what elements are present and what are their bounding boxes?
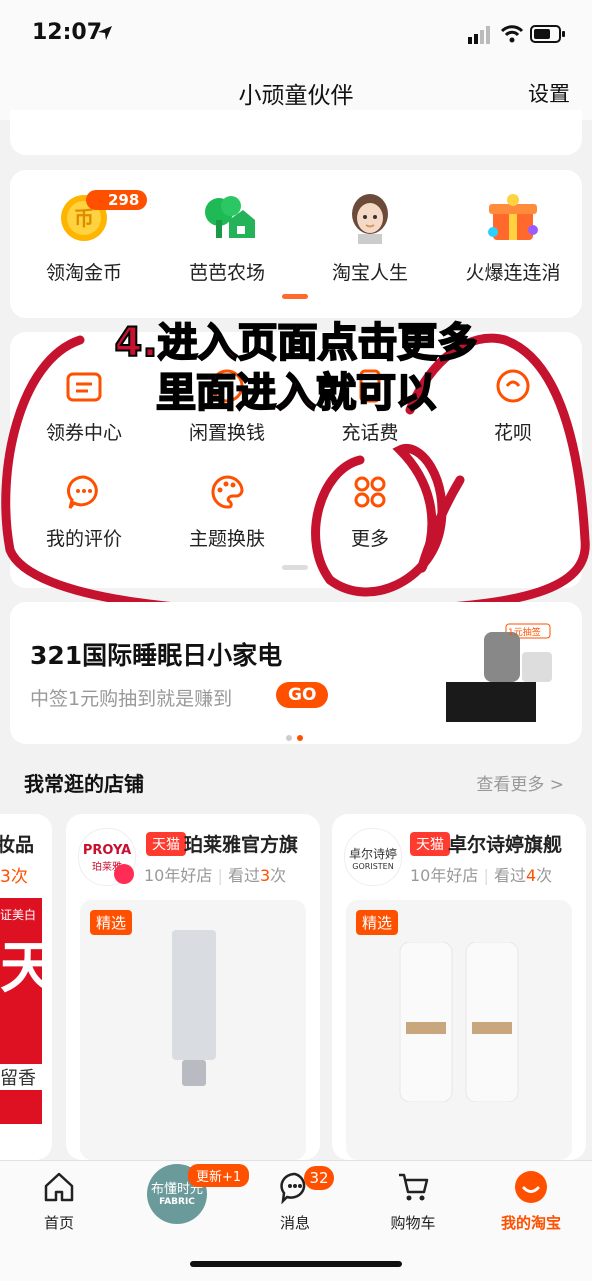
gift-box-icon <box>485 192 541 248</box>
app-gold-coin[interactable]: 币 298 领淘金币 <box>10 190 158 285</box>
banner-dots <box>286 726 304 745</box>
app-farm[interactable]: 芭芭农场 <box>153 192 301 285</box>
farm-tree-icon <box>199 192 255 248</box>
home-indicator <box>190 1261 402 1267</box>
promo-badge: 1元抽签 <box>508 628 541 638</box>
tab-label: 首页 <box>43 1214 74 1232</box>
live-icon <box>114 864 134 884</box>
app-match-game[interactable]: 火爆连连消 <box>439 192 587 285</box>
home-icon <box>42 1170 76 1208</box>
app-label: 火爆连连消 <box>465 262 561 284</box>
tab-cart[interactable]: 购物车 <box>354 1170 472 1233</box>
shop-meta: 10年好店 | 看过3次 <box>144 866 287 885</box>
cart-icon <box>396 1170 430 1208</box>
pick-tag: 精选 <box>356 910 399 935</box>
app-label: 领淘金币 <box>45 262 122 284</box>
coin-badge: 298 <box>86 190 148 210</box>
tmall-tag: 天猫 <box>410 832 450 856</box>
battery-icon <box>530 24 566 48</box>
cellular-signal-icon <box>468 26 492 48</box>
shop-visited-label: 看过 <box>493 866 526 885</box>
app-taobao-life[interactable]: 淘宝人生 <box>296 192 444 285</box>
message-badge: 32 <box>304 1166 334 1190</box>
avatar-sub: FABRIC <box>159 1197 195 1207</box>
ad-line-1: 证美白 <box>0 908 37 922</box>
shops-more-link[interactable]: 查看更多 > <box>476 770 564 795</box>
promo-product-image: 1元抽签 <box>436 622 566 732</box>
shop-years: 10年好店 <box>410 866 479 885</box>
wifi-icon <box>500 24 524 48</box>
page-indicator <box>282 294 308 299</box>
svg-text:币: 币 <box>74 206 94 230</box>
shop-visit-suffix: 次 <box>270 866 287 885</box>
promo-subtitle: 中签1元购抽到就是赚到 <box>30 688 233 710</box>
promo-banner[interactable]: 321国际睡眠日小家电 中签1元购抽到就是赚到 GO 1元抽签 <box>10 602 582 744</box>
pick-tag: 精选 <box>90 910 133 935</box>
status-time: 12:07 <box>32 20 103 45</box>
shop-visit-count: 4 <box>525 866 537 885</box>
settings-button[interactable]: 设置 <box>528 78 570 108</box>
tab-my-taobao[interactable]: 我的淘宝 <box>472 1170 590 1233</box>
app-label: 芭芭农场 <box>188 262 265 284</box>
shop-name: 珀莱雅官方旗 <box>184 834 299 856</box>
annotation-line-2: 里面进入就可以 <box>155 369 437 417</box>
shops-section-title: 我常逛的店铺 <box>24 772 144 796</box>
tab-label: 消息 <box>279 1214 310 1232</box>
tmall-tag: 天猫 <box>146 832 186 856</box>
tab-label: 我的淘宝 <box>500 1214 561 1232</box>
top-partial-card <box>10 110 582 155</box>
location-arrow-icon <box>96 24 114 46</box>
tab-home[interactable]: 首页 <box>0 1170 118 1233</box>
product-panel[interactable]: 精选 <box>80 900 306 1160</box>
shop-visits: 3次 <box>0 867 28 887</box>
promo-go-button[interactable]: GO <box>276 682 329 708</box>
shop-name: 妆品 <box>0 834 35 856</box>
shop-logo-sub: GORISTEN <box>352 862 394 871</box>
page-title: 小顽童伙伴 <box>238 83 354 109</box>
tab-messages[interactable]: 32 消息 <box>236 1166 354 1233</box>
shop-name: 卓尔诗婷旗舰 <box>448 834 563 856</box>
avatar-girl-icon <box>344 192 396 248</box>
shop-card[interactable]: PROYA 珀莱雅 天猫 珀莱雅官方旗 10年好店 | 看过3次 精选 <box>66 814 320 1160</box>
product-panel[interactable]: 精选 <box>346 900 572 1160</box>
promo-title: 321国际睡眠日小家电 <box>30 641 283 670</box>
shop-meta: 10年好店 | 看过4次 <box>410 866 553 885</box>
shop-years: 10年好店 <box>144 866 213 885</box>
shop-visit-suffix: 次 <box>536 866 553 885</box>
shop-visit-count: 3 <box>259 866 271 885</box>
tab-avatar[interactable]: 布懂时光 FABRIC 更新+1 <box>118 1164 250 1224</box>
shop-card[interactable]: 卓尔诗婷 GORISTEN 天猫 卓尔诗婷旗舰 10年好店 | 看过4次 精选 <box>332 814 586 1160</box>
app-label: 淘宝人生 <box>331 262 408 284</box>
tab-label: 购物车 <box>390 1214 436 1232</box>
my-taobao-icon <box>514 1170 548 1208</box>
product-tube-image <box>172 930 216 1086</box>
ad-image: 证美白 天 留香 <box>0 898 42 1124</box>
shop-logo-text: 卓尔诗婷 <box>348 847 397 861</box>
shop-visited-label: 看过 <box>227 866 260 885</box>
shop-logo: 卓尔诗婷 GORISTEN <box>344 828 402 886</box>
ad-line-2: 天 <box>0 936 42 1001</box>
shop-logo-text: PROYA <box>82 843 132 858</box>
shop-card-partial[interactable]: 妆品 3次 证美白 天 留香 <box>0 814 52 1160</box>
ad-line-3: 留香 <box>0 1064 42 1090</box>
product-bottles-image <box>399 942 519 1102</box>
